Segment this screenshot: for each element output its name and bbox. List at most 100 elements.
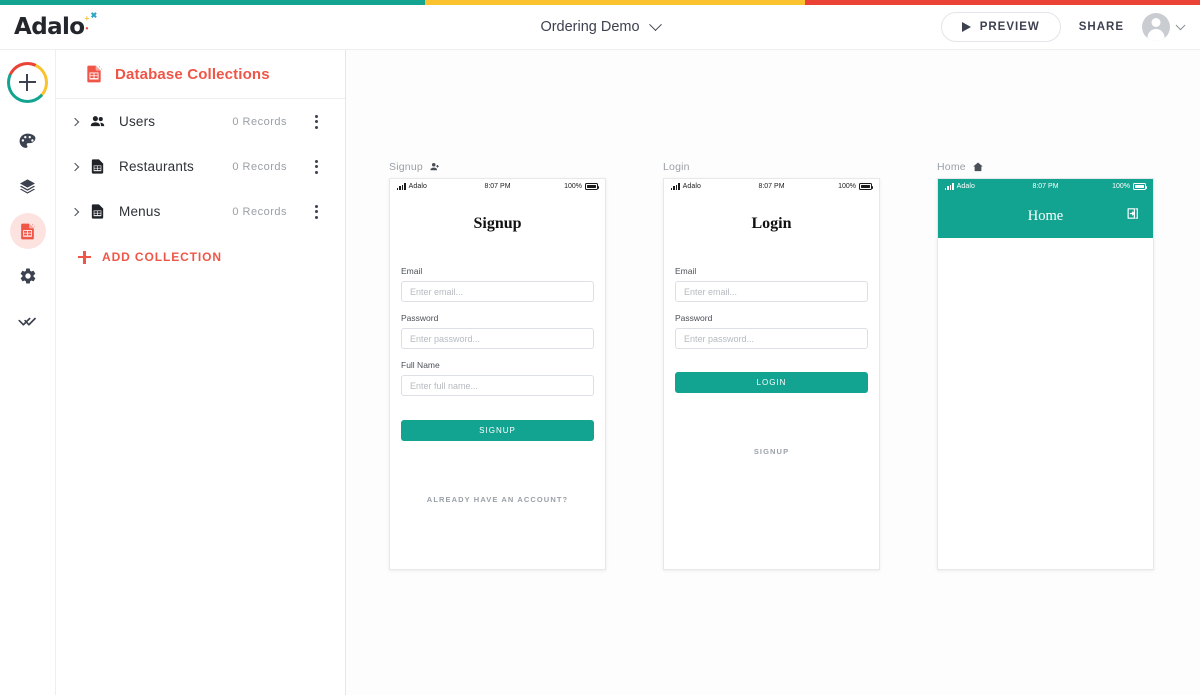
- logout-icon[interactable]: [1125, 206, 1140, 226]
- logo-sparkle-icon: + ✖ •: [84, 11, 98, 33]
- email-input-signup[interactable]: Enter email...: [401, 281, 594, 302]
- plus-icon: [78, 250, 91, 264]
- preview-button[interactable]: PREVIEW: [940, 12, 1061, 42]
- clock-label: 8:07 PM: [758, 183, 785, 190]
- status-bar: Adalo 8:07 PM 100%: [938, 179, 1153, 194]
- collection-row-restaurants[interactable]: Restaurants 0 Records: [56, 144, 345, 189]
- rail-item-design[interactable]: [10, 123, 46, 159]
- screen-label-text: Signup: [389, 161, 423, 173]
- collection-name: Menus: [119, 204, 161, 219]
- rail-item-screens[interactable]: [10, 168, 46, 204]
- screen-login[interactable]: Login Adalo 8:07 PM 100% Login Email Ent…: [663, 160, 880, 570]
- page-title: Database Collections: [115, 65, 270, 83]
- share-button[interactable]: SHARE: [1079, 21, 1124, 33]
- add-collection-button[interactable]: ADD COLLECTION: [56, 234, 345, 264]
- chevron-right-icon[interactable]: [70, 207, 80, 216]
- screen-heading: Home: [1027, 207, 1064, 224]
- kebab-menu-icon[interactable]: [309, 159, 323, 175]
- signup-button[interactable]: SIGNUP: [401, 420, 594, 441]
- field-label-fullname: Full Name: [401, 360, 440, 370]
- avatar: [1142, 13, 1170, 41]
- gear-icon: [20, 268, 35, 284]
- screen-label-text: Login: [663, 161, 690, 173]
- rail-item-publish[interactable]: [10, 303, 46, 339]
- icon-rail: [0, 50, 56, 695]
- phone-frame-signup[interactable]: Adalo 8:07 PM 100% Signup Email Enter em…: [389, 178, 606, 570]
- clock-label: 8:07 PM: [484, 183, 511, 190]
- add-collection-label: ADD COLLECTION: [102, 250, 222, 264]
- add-button[interactable]: [7, 62, 48, 103]
- chevron-down-icon[interactable]: [1175, 19, 1186, 30]
- input-placeholder: Enter full name...: [410, 380, 479, 391]
- phone-frame-home[interactable]: Adalo 8:07 PM 100% Home: [937, 178, 1154, 570]
- project-name[interactable]: Ordering Demo: [540, 19, 639, 35]
- chevron-right-icon[interactable]: [70, 117, 80, 126]
- screen-label-home[interactable]: Home: [937, 160, 1154, 174]
- play-icon: [961, 22, 971, 32]
- users-icon: [88, 113, 107, 130]
- password-input-signup[interactable]: Enter password...: [401, 328, 594, 349]
- clock-label: 8:07 PM: [1032, 183, 1059, 190]
- collection-record-count: 0 Records: [232, 115, 287, 128]
- login-button[interactable]: LOGIN: [675, 372, 868, 393]
- field-label-password: Password: [675, 313, 713, 323]
- kebab-menu-icon[interactable]: [309, 204, 323, 220]
- screen-heading: Signup: [473, 215, 522, 232]
- signup-link[interactable]: SIGNUP: [675, 447, 868, 456]
- header-actions: PREVIEW SHARE: [940, 12, 1186, 42]
- layers-icon: [19, 178, 36, 194]
- phone-frame-login[interactable]: Adalo 8:07 PM 100% Login Email Enter ema…: [663, 178, 880, 570]
- plus-icon: [19, 74, 36, 91]
- input-placeholder: Enter email...: [684, 286, 738, 297]
- screen-home[interactable]: Home Adalo 8:07 PM 100% Home: [937, 160, 1154, 570]
- home-icon: [973, 162, 983, 172]
- collection-name: Users: [119, 114, 156, 129]
- screen-label-signup[interactable]: Signup: [389, 160, 606, 174]
- field-label-password: Password: [401, 313, 439, 323]
- person-add-icon: [430, 162, 439, 171]
- chevron-right-icon[interactable]: [70, 162, 80, 171]
- collection-record-count: 0 Records: [232, 160, 287, 173]
- screen-heading: Login: [751, 215, 792, 232]
- field-label-email: Email: [401, 266, 423, 276]
- kebab-menu-icon[interactable]: [309, 114, 323, 130]
- collection-name: Restaurants: [119, 159, 194, 174]
- rail-item-settings[interactable]: [10, 258, 46, 294]
- password-input-login[interactable]: Enter password...: [675, 328, 868, 349]
- input-placeholder: Enter password...: [410, 333, 481, 344]
- collection-record-count: 0 Records: [232, 205, 287, 218]
- battery-full-icon: [1133, 183, 1148, 190]
- screen-label-login[interactable]: Login: [663, 160, 880, 174]
- account-menu[interactable]: [1142, 13, 1186, 41]
- collections-panel: Database Collections Users 0 Records Res…: [56, 50, 346, 695]
- home-app-bar: Home: [938, 194, 1153, 238]
- app-header: Adalo + ✖ • Ordering Demo PREVIEW SHARE: [0, 5, 1200, 50]
- signup-button-label: SIGNUP: [479, 426, 516, 435]
- screen-signup[interactable]: Signup Adalo 8:07 PM 100% Signup Email E…: [389, 160, 606, 570]
- palette-icon: [19, 133, 36, 148]
- adalo-logo[interactable]: Adalo + ✖ •: [14, 11, 98, 41]
- email-input-login[interactable]: Enter email...: [675, 281, 868, 302]
- field-label-email: Email: [675, 266, 697, 276]
- battery-full-icon: [859, 183, 874, 190]
- double-check-icon: [17, 317, 36, 326]
- already-have-account-link[interactable]: ALREADY HAVE AN ACCOUNT?: [401, 495, 594, 504]
- collection-row-menus[interactable]: Menus 0 Records: [56, 189, 345, 234]
- input-placeholder: Enter email...: [410, 286, 464, 297]
- fullname-input-signup[interactable]: Enter full name...: [401, 375, 594, 396]
- input-placeholder: Enter password...: [684, 333, 755, 344]
- status-bar: Adalo 8:07 PM 100%: [390, 179, 605, 194]
- battery-full-icon: [585, 183, 600, 190]
- signup-link-label: SIGNUP: [753, 447, 790, 456]
- chevron-down-icon[interactable]: [648, 17, 662, 31]
- table-doc-icon: [88, 158, 107, 175]
- logo-text: Adalo: [14, 14, 85, 40]
- screens-canvas[interactable]: Signup Adalo 8:07 PM 100% Signup Email E…: [346, 50, 1200, 695]
- app-body: Database Collections Users 0 Records Res…: [0, 50, 1200, 695]
- collection-row-users[interactable]: Users 0 Records: [56, 99, 345, 144]
- preview-button-label: PREVIEW: [979, 21, 1040, 33]
- database-icon: [87, 65, 102, 83]
- screen-label-text: Home: [937, 161, 966, 173]
- rail-item-database[interactable]: [9, 213, 46, 249]
- table-doc-icon: [88, 203, 107, 220]
